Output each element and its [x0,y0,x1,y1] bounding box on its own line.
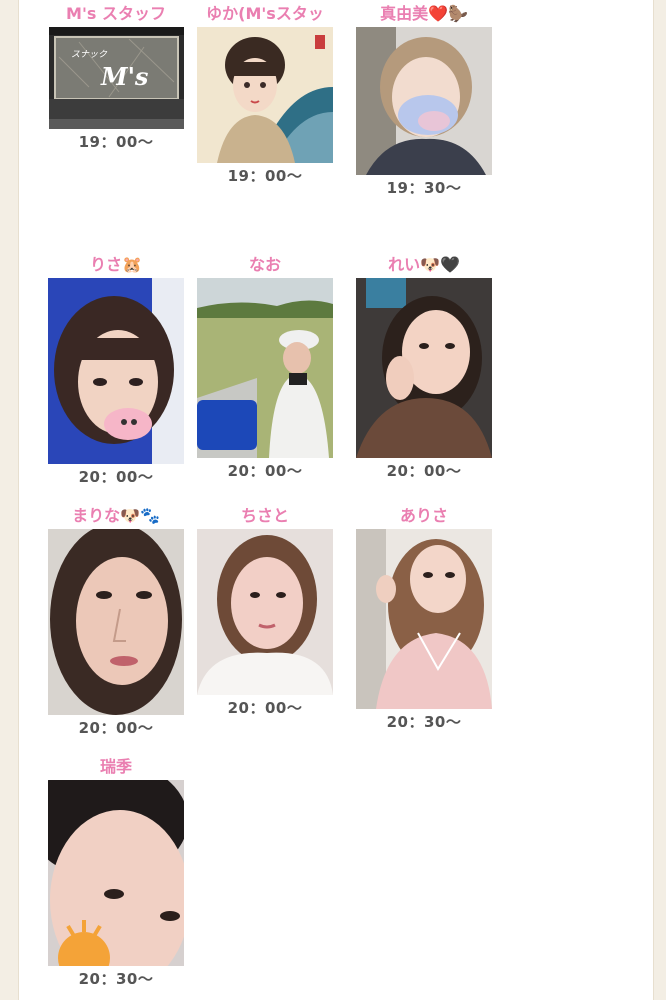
staff-schedule-list: M's スタッフ スナック M's 19：00〜 ゆか(M'sスタッ 19：00… [18,0,654,1000]
staff-card[interactable]: まりな🐶🐾 20：00〜 [41,505,191,739]
staff-card[interactable]: なお 20：00〜 [190,254,340,482]
staff-name[interactable]: なお [190,254,340,276]
staff-name[interactable]: ちさと [190,505,340,527]
staff-name[interactable]: れい🐶🖤 [349,254,499,276]
staff-photo[interactable] [356,27,492,175]
start-time: 19：00〜 [78,133,154,151]
portrait-icon [356,27,492,175]
start-time: 20：00〜 [386,462,462,480]
portrait-icon [48,780,184,966]
portrait-icon [356,529,492,709]
start-time: 20：30〜 [386,713,462,731]
staff-card[interactable]: ゆか(M'sスタッ 19：00〜 [190,3,340,187]
staff-card[interactable]: ちさと 20：00〜 [190,505,340,719]
portrait-icon [48,278,184,464]
portrait-icon [48,529,184,715]
staff-card[interactable]: 瑞季 20：30〜 [41,756,191,990]
staff-name[interactable]: りさ🐹 [41,254,191,276]
start-time: 20：00〜 [78,468,154,486]
staff-card[interactable]: M's スタッフ スナック M's 19：00〜 [41,3,191,153]
illustration-portrait-icon [197,27,333,163]
golf-course-icon [197,278,333,458]
staff-name[interactable]: 真由美❤️🦫 [349,3,499,25]
start-time: 19：30〜 [386,179,462,197]
staff-card[interactable]: れい🐶🖤 20：00〜 [349,254,499,482]
staff-photo[interactable] [197,529,333,695]
staff-name[interactable]: ありさ [349,505,499,527]
staff-name[interactable]: 瑞季 [41,756,191,778]
staff-card[interactable]: 真由美❤️🦫 19：30〜 [349,3,499,199]
staff-name[interactable]: M's スタッフ [41,3,191,25]
svg-text:M's: M's [100,62,149,91]
staff-photo[interactable] [48,278,184,464]
staff-name[interactable]: まりな🐶🐾 [41,505,191,527]
store-sign-icon: スナック M's [48,27,184,129]
start-time: 20：30〜 [78,970,154,988]
start-time: 19：00〜 [227,167,303,185]
staff-photo[interactable] [48,780,184,966]
staff-card[interactable]: りさ🐹 20：00〜 [41,254,191,488]
start-time: 20：00〜 [78,719,154,737]
staff-photo[interactable]: スナック M's [48,27,184,129]
staff-photo[interactable] [197,278,333,458]
staff-card[interactable]: ありさ 20：30〜 [349,505,499,733]
staff-name[interactable]: ゆか(M'sスタッ [190,3,340,25]
start-time: 20：00〜 [227,699,303,717]
start-time: 20：00〜 [227,462,303,480]
staff-photo[interactable] [48,529,184,715]
staff-photo[interactable] [356,278,492,458]
svg-text:スナック: スナック [71,49,108,60]
staff-photo[interactable] [197,27,333,163]
staff-photo[interactable] [356,529,492,709]
portrait-icon [197,529,333,695]
portrait-icon [356,278,492,458]
